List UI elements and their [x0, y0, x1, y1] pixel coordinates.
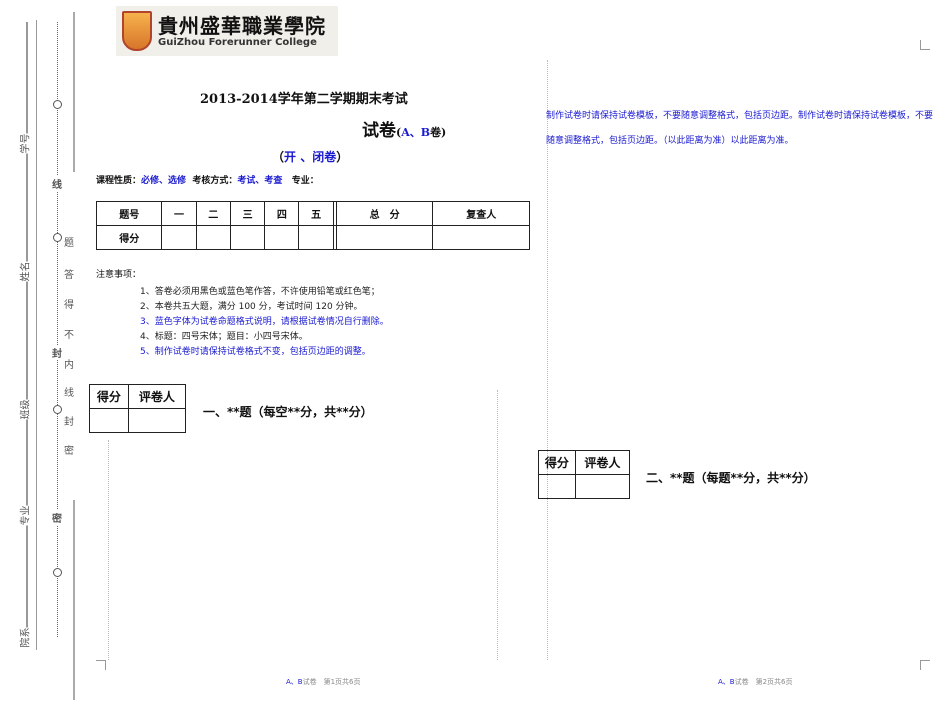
field-class: 班级: [16, 399, 32, 420]
footer-ab: A、B: [286, 678, 303, 686]
field-department: 院系: [16, 627, 32, 648]
paren: ）: [336, 150, 349, 164]
course-nature-label: 课程性质：: [96, 176, 142, 186]
section-title-2: 二、**题（每题**分，共**分）: [646, 471, 816, 485]
note-item: 2、本卷共五大题，满分 100 分，考试时间 120 分钟。: [140, 302, 363, 312]
score-cell[interactable]: [298, 225, 334, 250]
grader-score-cell[interactable]: [89, 408, 129, 433]
seal-note-char: 密: [64, 446, 74, 457]
college-emblem-icon: [122, 11, 152, 51]
paren: 卷): [430, 126, 447, 139]
column-guide: [108, 440, 109, 660]
grader-score-cell[interactable]: [538, 474, 576, 499]
exam-title: 2013-2014学年第二学期期末考试: [200, 92, 408, 107]
paper-ab: A、B: [401, 126, 431, 139]
score-table: 题号 一 二 三 四 五 总 分 复查人 得分: [95, 201, 530, 250]
binding-line-outer: [26, 22, 28, 642]
paren: （: [272, 150, 285, 164]
binding-hole: [53, 100, 62, 109]
margin-line: [73, 500, 75, 700]
score-cell[interactable]: [335, 225, 434, 250]
seal-dotted-line: [57, 22, 58, 637]
notes-title: 注意事项：: [96, 270, 142, 280]
seal-note-char: 内: [64, 360, 74, 371]
table-header: 复查人: [432, 201, 530, 226]
subtitle-main: 试卷: [362, 121, 396, 141]
footer-text: 试卷 第1页共6页: [302, 678, 361, 686]
seal-mark-feng: 封: [52, 345, 62, 360]
footer-ab: A、B: [718, 678, 735, 686]
grader-cell[interactable]: [574, 474, 631, 499]
seal-note-char: 封: [64, 417, 74, 428]
open-closed-book: 开 、闭卷: [284, 150, 337, 164]
note-item: 5、制作试卷时请保持试卷格式不变，包括页边距的调整。: [140, 347, 371, 357]
exam-subtitle: 试卷(A、B卷): [362, 116, 446, 141]
score-cell[interactable]: [195, 225, 231, 250]
score-cell[interactable]: [432, 225, 530, 250]
table-row: 得分: [95, 225, 530, 250]
field-major: 专业: [16, 505, 32, 526]
college-logo: 貴州盛華職業學院 GuiZhou Forerunner College: [116, 6, 338, 56]
grader-cell[interactable]: [127, 408, 187, 433]
binding-line: [36, 20, 37, 650]
table-header: 题号: [95, 201, 163, 226]
section-title-1: 一、**题（每空**分，共**分）: [203, 405, 373, 419]
page-footer-2: A、B试卷 第2页共6页: [718, 677, 793, 687]
table-header: 总 分: [335, 201, 434, 226]
grader-score-label: 得分: [538, 450, 576, 475]
college-name-cn: 貴州盛華職業學院: [158, 13, 326, 38]
binding-hole: [53, 568, 62, 577]
table-header: 一: [161, 201, 197, 226]
seal-note-char: 得: [64, 300, 74, 311]
table-row: 题号 一 二 三 四 五 总 分 复查人: [95, 201, 530, 226]
score-cell[interactable]: [264, 225, 300, 250]
course-nature-value: 必修、选修: [141, 176, 187, 186]
field-name: 姓名: [16, 261, 32, 282]
grader-table-1: 得分 评卷人: [89, 384, 187, 433]
college-name-en: GuiZhou Forerunner College: [158, 36, 317, 48]
margin-line: [73, 12, 75, 172]
template-instruction: 制作试卷时请保持试卷模板，不要随意调整格式，包括页边距。制作试卷时请保持试卷模板…: [546, 111, 934, 146]
seal-note-char: 不: [64, 330, 74, 341]
grader-label: 评卷人: [127, 384, 187, 409]
seal-mark-xian: 线: [52, 176, 62, 191]
table-header: 三: [229, 201, 266, 226]
exam-type: （开 、闭卷）: [272, 148, 348, 165]
seal-note-char: 答: [64, 270, 74, 281]
assess-value: 考试、考查: [237, 176, 283, 186]
corner-mark: [96, 660, 106, 670]
score-row-label: 得分: [95, 225, 163, 250]
grader-label: 评卷人: [574, 450, 631, 475]
score-cell[interactable]: [161, 225, 197, 250]
grader-table-2: 得分 评卷人: [538, 450, 631, 499]
note-item: 4、标题：四号宋体；题目：小四号宋体。: [140, 332, 308, 342]
seal-note-char: 题: [64, 238, 74, 249]
table-header: 二: [195, 201, 231, 226]
footer-text: 试卷 第2页共6页: [734, 678, 793, 686]
notes-list: 1、答卷必须用黑色或蓝色笔作答，不许使用铅笔或红色笔； 2、本卷共五大题，满分 1…: [140, 285, 389, 360]
column-guide: [497, 390, 498, 660]
course-info: 课程性质：必修、选修 考核方式：考试、考查 专业：: [96, 173, 319, 186]
note-item: 1、答卷必须用黑色或蓝色笔作答，不许使用铅笔或红色笔；: [140, 287, 380, 297]
major-label: 专业：: [291, 176, 319, 186]
score-cell[interactable]: [229, 225, 266, 250]
corner-mark: [920, 660, 930, 670]
corner-mark: [920, 40, 930, 50]
grader-score-label: 得分: [89, 384, 129, 409]
page-footer-1: A、B试卷 第1页共6页: [286, 677, 361, 687]
binding-hole: [53, 405, 62, 414]
binding-hole: [53, 233, 62, 242]
table-header: 五: [298, 201, 334, 226]
table-header: 四: [264, 201, 300, 226]
field-student-id: 学号: [16, 133, 32, 154]
note-item: 3、蓝色字体为试卷命题格式说明，请根据试卷情况自行删除。: [140, 317, 389, 327]
seal-note-char: 线: [64, 388, 74, 399]
assess-label: 考核方式：: [192, 176, 238, 186]
seal-mark-mi: 密: [52, 510, 62, 525]
